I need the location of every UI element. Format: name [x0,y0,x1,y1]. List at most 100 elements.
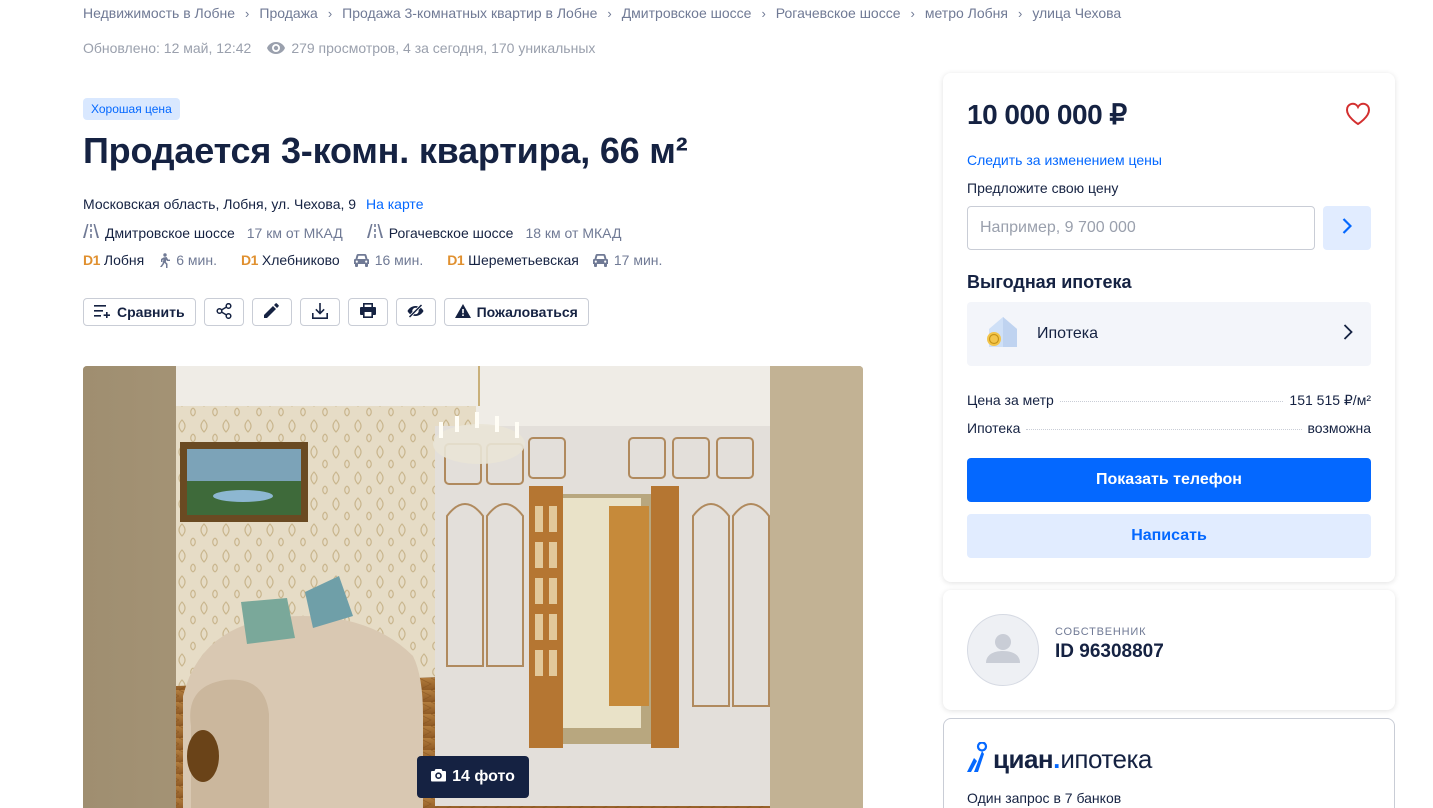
owner-role: СОБСТВЕННИК [1055,626,1147,638]
metro-item[interactable]: D1 Хлебниково 16 мин. [241,252,423,268]
photo-count-label: 14 фото [452,768,515,785]
chevron-right-icon [1343,323,1353,345]
map-link[interactable]: На карте [366,196,424,212]
house-coin-icon [985,315,1021,354]
spec-row-mortgage: Ипотека возможна [967,420,1371,436]
chevron-right-icon [1342,217,1353,239]
car-icon [353,253,369,267]
hide-button[interactable] [395,298,436,326]
page-title: Продается 3-комн. квартира, 66 м² [83,130,688,171]
dotted-leader [1026,429,1302,430]
user-icon [986,633,1020,668]
chevron-right-icon: › [327,5,333,21]
compare-button[interactable]: Сравнить [83,298,196,326]
owner-id[interactable]: ID 96308807 [1055,641,1164,663]
complain-button[interactable]: Пожаловаться [443,298,589,326]
heart-icon [1345,102,1371,130]
chevron-right-icon: › [607,5,612,21]
download-button[interactable] [299,298,340,326]
good-price-badge: Хорошая цена [83,98,180,120]
metro-time: 17 мин. [613,252,663,268]
updated-time: Обновлено: 12 май, 12:42 [83,40,252,56]
price: 10 000 000 ₽ [967,99,1127,130]
car-icon [592,253,608,267]
address-text: Московская область, Лобня, ул. Чехова, 9 [83,196,357,212]
metro-list: D1 Лобня 6 мин. D1 Хлебниково 16 мин. D1… [83,252,686,268]
dotted-leader [1059,401,1284,402]
d1-line-icon: D1 [447,252,465,268]
highway-item: Дмитровское шоссе 17 км от МКАД [83,224,343,241]
listing-meta: Обновлено: 12 май, 12:42 279 просмотров,… [83,40,595,56]
chevron-right-icon: › [245,5,250,21]
chevron-right-icon: › [1017,5,1023,21]
cian-product: ипотека [1060,744,1152,774]
avatar[interactable] [967,614,1039,686]
cian-subtitle: Один запрос в 7 банков [967,790,1122,806]
print-button[interactable] [347,298,388,326]
printer-icon [359,303,376,321]
breadcrumb-item[interactable]: Продажа 3-комнатных квартир в Лобне [342,5,597,21]
warning-icon [454,303,471,321]
spec-label: Цена за метр [967,392,1054,408]
chevron-right-icon: › [910,5,915,21]
listing-toolbar: Сравнить Пожаловаться [83,298,597,326]
cian-logo-dot: . [1053,744,1061,774]
address: Московская область, Лобня, ул. Чехова, 9… [83,196,423,212]
breadcrumb: Недвижимость в Лобне › Продажа › Продажа… [83,5,1121,21]
metro-station: Лобня [103,252,145,268]
breadcrumb-item[interactable]: Недвижимость в Лобне [83,5,235,21]
favorite-button[interactable] [1345,102,1371,131]
mortgage-item-label: Ипотека [1037,325,1099,342]
breadcrumb-item[interactable]: Рогачевское шоссе [776,5,901,21]
listing-photo [83,366,863,808]
metro-station: Хлебниково [261,252,340,268]
chevron-right-icon: › [761,5,766,21]
road-icon [83,224,99,241]
highway-distance: 18 км от МКАД [525,224,622,241]
highway-name: Дмитровское шоссе [105,224,235,241]
camera-icon [431,768,447,787]
breadcrumb-item[interactable]: Продажа [259,5,317,21]
spec-value: возможна [1307,420,1371,436]
road-icon [366,224,383,241]
spec-row-price-per-meter: Цена за метр 151 515 ₽/м² [967,392,1371,409]
eye-icon [267,42,286,54]
views-count: 279 просмотров, 4 за сегодня, 170 уникал… [291,40,596,56]
breadcrumb-item[interactable]: метро Лобня [925,5,1008,21]
compare-label: Сравнить [117,304,185,320]
edit-note-button[interactable] [251,298,292,326]
breadcrumb-item[interactable]: Дмитровское шоссе [622,5,752,21]
highway-name: Рогачевское шоссе [388,224,514,241]
d1-line-icon: D1 [240,252,258,268]
mortgage-title: Выгодная ипотека [967,272,1132,292]
cian-logo-icon [967,741,989,777]
d1-line-icon: D1 [83,252,100,268]
metro-station: Шереметьевская [468,252,579,268]
offer-price-input[interactable] [967,206,1315,250]
mortgage-item[interactable]: Ипотека [967,302,1371,366]
metro-item[interactable]: D1 Шереметьевская 17 мин. [447,252,662,268]
follow-price-link[interactable]: Следить за изменением цены [967,152,1162,168]
breadcrumb-item[interactable]: улица Чехова [1032,5,1121,21]
photo-count-button[interactable]: 14 фото [417,756,529,798]
highway-distance: 17 км от МКАД [246,224,343,241]
metro-item[interactable]: D1 Лобня 6 мин. [83,252,217,268]
compare-icon [94,304,111,321]
walk-icon [158,252,171,268]
cian-logo: циан . ипотека [967,741,1152,777]
write-message-button[interactable]: Написать [967,514,1371,558]
offer-price-submit-button[interactable] [1323,206,1371,250]
share-icon [216,302,232,322]
highway-item: Рогачевское шоссе 18 км от МКАД [366,224,622,241]
photo-gallery[interactable] [83,366,863,808]
metro-time: 6 мин. [176,252,217,268]
spec-value: 151 515 ₽/м² [1289,392,1371,408]
spec-label: Ипотека [967,420,1021,436]
highways-list: Дмитровское шоссе 17 км от МКАД Рогачевс… [83,224,645,241]
offer-price-label: Предложите свою цену [967,180,1119,196]
show-phone-button[interactable]: Показать телефон [967,458,1371,502]
eye-off-icon [407,303,424,321]
share-button[interactable] [203,298,244,326]
pencil-icon [264,303,279,321]
complain-label: Пожаловаться [476,304,578,320]
